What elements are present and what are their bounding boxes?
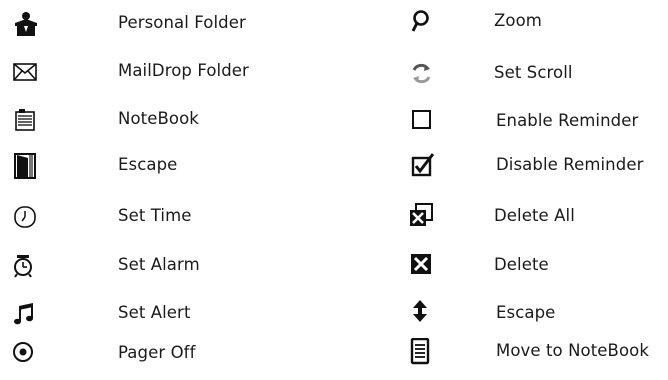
personal-folder-icon [12, 10, 40, 38]
up-down-arrow-icon [410, 300, 438, 328]
legend-label: Pager Off [118, 343, 196, 362]
empty-checkbox-icon [410, 108, 438, 136]
checked-checkbox-icon [410, 152, 438, 180]
magnifier-icon [408, 8, 436, 36]
notebook-icon [12, 106, 40, 134]
alarm-clock-icon [12, 252, 40, 280]
legend-label: Set Alarm [118, 255, 200, 274]
legend-label: Set Time [118, 206, 192, 225]
delete-all-icon [408, 203, 436, 231]
move-to-notebook-icon [410, 338, 438, 366]
legend-label: Move to NoteBook [496, 341, 650, 360]
door-icon [12, 152, 40, 180]
icon-legend: Personal Folder MailDrop Folder NoteBook [0, 0, 668, 371]
legend-label: Delete [494, 255, 549, 274]
music-note-icon [12, 300, 40, 328]
delete-icon [408, 252, 436, 280]
legend-label: Escape [118, 155, 178, 174]
legend-label: Escape [496, 303, 556, 322]
legend-label: Disable Reminder [496, 155, 644, 174]
clock-icon [12, 203, 40, 231]
legend-label: Enable Reminder [496, 111, 639, 130]
legend-label: Personal Folder [118, 13, 246, 32]
legend-label: NoteBook [118, 109, 199, 128]
legend-label: Zoom [494, 11, 542, 30]
legend-label: Set Alert [118, 303, 191, 322]
legend-label: MailDrop Folder [118, 61, 249, 80]
refresh-arrows-icon [408, 60, 436, 88]
legend-label: Set Scroll [494, 63, 573, 82]
envelope-icon [12, 58, 40, 86]
legend-label: Delete All [494, 206, 575, 225]
pager-off-icon [12, 340, 40, 368]
